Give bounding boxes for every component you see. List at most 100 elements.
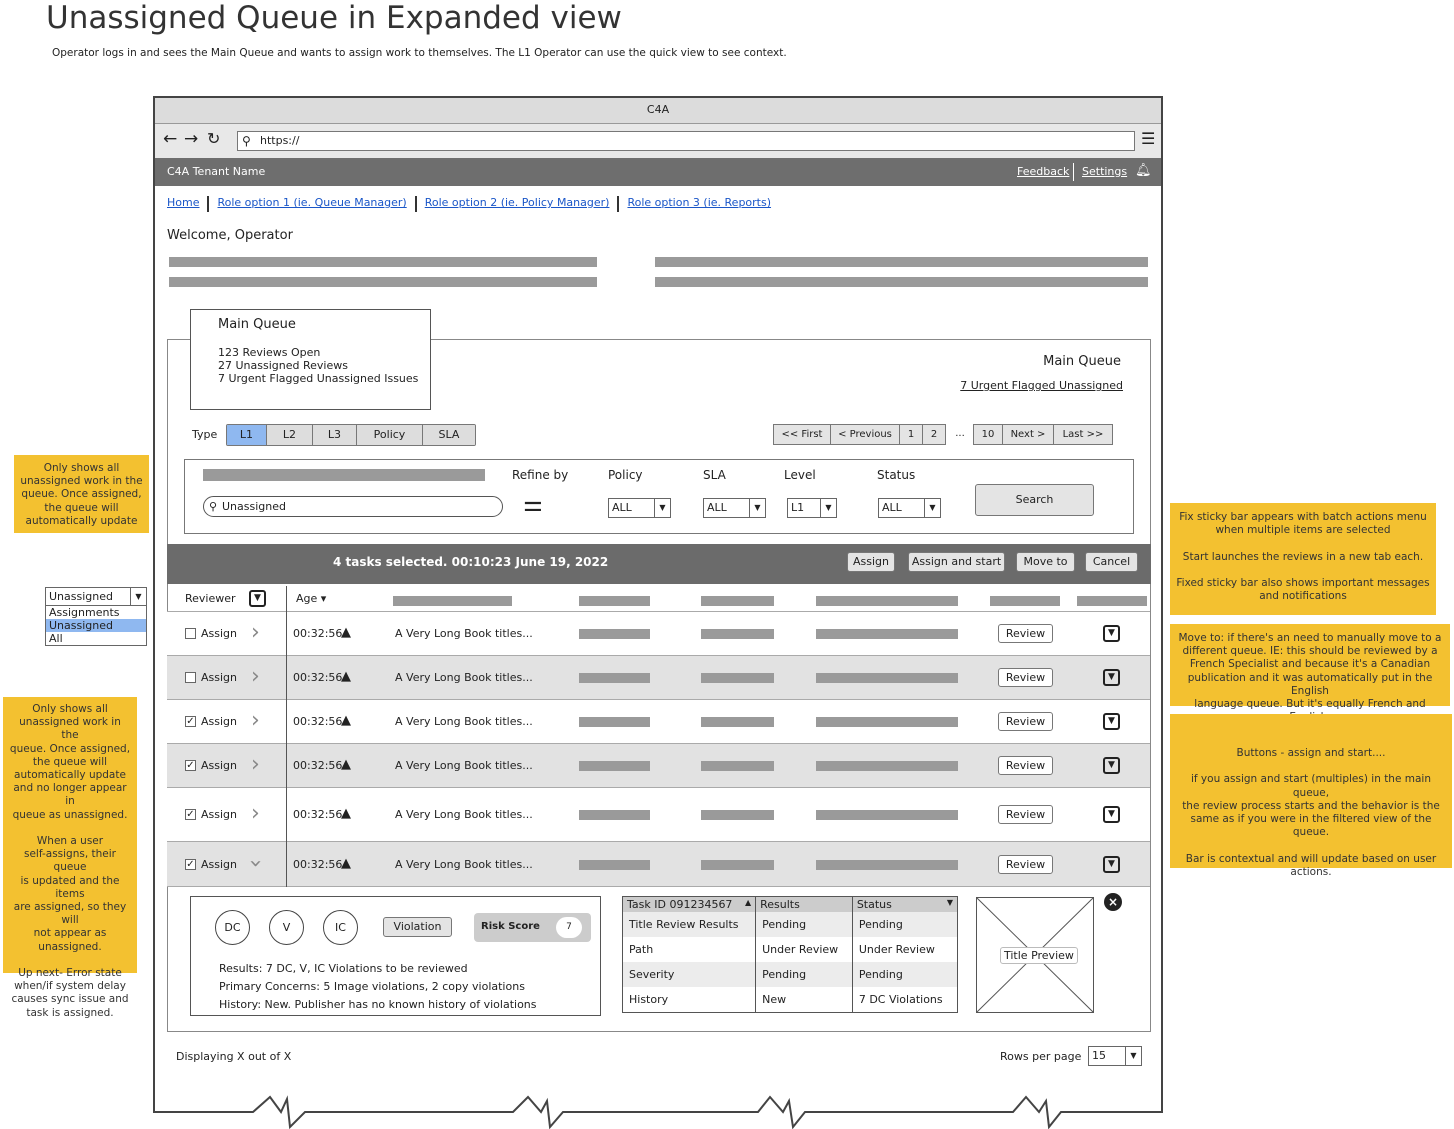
book-title[interactable]: A Very Long Book titles...	[395, 759, 533, 772]
table-row[interactable]: ✓ Assign › 00:32:56 ▲ A Very Long Book t…	[167, 700, 1150, 744]
status-select[interactable]: ALL ▼	[878, 498, 941, 518]
table-row[interactable]: ✓ Assign › 00:32:56 ▲ A Very Long Book t…	[167, 842, 1150, 887]
table-row[interactable]: Assign › 00:32:56 ▲ A Very Long Book tit…	[167, 656, 1150, 700]
move-to-button[interactable]: Move to	[1016, 552, 1075, 572]
grid-cell: History	[622, 987, 757, 1012]
chevron-right-icon[interactable]: ›	[251, 620, 260, 645]
pagination-button[interactable]: << First	[773, 424, 831, 445]
chevron-down-icon[interactable]: ▼	[1103, 625, 1120, 642]
violation-button[interactable]: Violation	[383, 917, 452, 937]
book-title[interactable]: A Very Long Book titles...	[395, 671, 533, 684]
search-button[interactable]: Search	[975, 484, 1094, 516]
age-value: 00:32:56	[293, 857, 343, 871]
table-row[interactable]: Assign › 00:32:56 ▲ A Very Long Book tit…	[167, 612, 1150, 656]
type-option[interactable]: SLA	[423, 425, 475, 445]
review-button[interactable]: Review	[998, 624, 1053, 643]
dropdown-option[interactable]: All	[46, 632, 146, 645]
sticky-note: Fix sticky bar appears with batch action…	[1170, 503, 1436, 615]
pagination-button[interactable]: 10	[973, 424, 1003, 445]
grid-header[interactable]: Results	[755, 896, 853, 912]
feedback-link[interactable]: Feedback	[1017, 165, 1069, 178]
type-option[interactable]: L3	[313, 425, 357, 445]
rows-per-page-select[interactable]: 15 ▼	[1088, 1046, 1142, 1066]
review-button[interactable]: Review	[998, 712, 1053, 731]
main-queue-card[interactable]: Main Queue 123 Reviews Open 27 Unassigne…	[190, 309, 431, 410]
chevron-down-icon[interactable]: ▼	[1103, 669, 1120, 686]
urgent-link[interactable]: 7 Urgent Flagged Unassigned	[960, 379, 1123, 392]
menu-icon[interactable]: ☰	[1141, 129, 1155, 148]
assign-button[interactable]: Assign	[847, 552, 895, 572]
nav-link[interactable]: Home	[167, 196, 199, 212]
chevron-down-icon[interactable]: ▼	[1103, 757, 1120, 774]
dropdown-option[interactable]: Assignments	[46, 606, 146, 619]
dropdown-option[interactable]: Unassigned	[46, 619, 146, 632]
chevron-down-icon[interactable]: ▼	[1103, 806, 1120, 823]
nav-link[interactable]: Role option 3 (ie. Reports)	[627, 196, 771, 212]
pagination-button[interactable]: < Previous	[830, 424, 900, 445]
column-reviewer[interactable]: Reviewer	[185, 592, 236, 605]
pagination-button[interactable]: Last >>	[1053, 424, 1113, 445]
forward-icon[interactable]: →	[184, 129, 198, 149]
row-checkbox[interactable]: ✓	[185, 809, 196, 820]
review-button[interactable]: Review	[998, 854, 1053, 874]
search-input[interactable]: ⚲ Unassigned	[203, 496, 503, 517]
review-button[interactable]: Review	[998, 668, 1053, 687]
assign-and-start-button[interactable]: Assign and start	[908, 552, 1005, 572]
violation-type-badge[interactable]: V	[269, 910, 304, 945]
assign-link[interactable]: Assign	[201, 858, 237, 871]
chevron-right-icon[interactable]: ›	[251, 801, 260, 826]
table-row[interactable]: ✓ Assign › 00:32:56 ▲ A Very Long Book t…	[167, 744, 1150, 788]
chevron-right-icon[interactable]: ›	[251, 708, 260, 733]
cancel-button[interactable]: Cancel	[1085, 552, 1138, 572]
table-row[interactable]: ✓ Assign › 00:32:56 ▲ A Very Long Book t…	[167, 788, 1150, 842]
column-age[interactable]: Age ▾	[296, 592, 326, 605]
chevron-down-icon[interactable]: ›	[243, 859, 268, 868]
chevron-right-icon[interactable]: ›	[251, 752, 260, 777]
type-option[interactable]: L1	[227, 425, 267, 445]
chevron-right-icon[interactable]: ›	[251, 664, 260, 689]
refresh-icon[interactable]: ↻	[207, 129, 220, 148]
grid-header[interactable]: Status ▼	[852, 896, 959, 912]
row-checkbox[interactable]	[185, 672, 196, 683]
type-option[interactable]: L2	[267, 425, 313, 445]
back-icon[interactable]: ←	[163, 129, 177, 149]
book-title[interactable]: A Very Long Book titles...	[395, 715, 533, 728]
settings-link[interactable]: Settings	[1082, 165, 1127, 178]
book-title[interactable]: A Very Long Book titles...	[395, 627, 533, 640]
chevron-down-icon[interactable]: ▼	[1103, 855, 1120, 873]
queue-view-dropdown[interactable]: Unassigned ▼ Assignments Unassigned All	[45, 587, 147, 646]
nav-link[interactable]: Role option 1 (ie. Queue Manager)	[217, 196, 406, 212]
level-select[interactable]: L1 ▼	[787, 498, 837, 518]
policy-select[interactable]: ALL ▼	[608, 498, 671, 518]
sla-select[interactable]: ALL ▼	[703, 498, 766, 518]
grid-header[interactable]: Task ID 091234567 ▲	[622, 896, 757, 912]
row-checkbox[interactable]: ✓	[185, 716, 196, 727]
book-title[interactable]: A Very Long Book titles...	[395, 808, 533, 821]
violation-type-badge[interactable]: DC	[215, 910, 250, 945]
type-option[interactable]: Policy	[357, 425, 423, 445]
violation-type-badge[interactable]: IC	[323, 910, 358, 945]
pagination-button[interactable]: 1	[899, 424, 923, 445]
nav-link[interactable]: Role option 2 (ie. Policy Manager)	[425, 196, 610, 212]
close-icon[interactable]: ×	[1104, 893, 1122, 911]
chevron-down-icon[interactable]: ▼	[1103, 713, 1120, 730]
url-input[interactable]: ⚲ https://	[237, 131, 1135, 151]
assign-link[interactable]: Assign	[201, 759, 237, 772]
review-button[interactable]: Review	[998, 756, 1053, 775]
review-button[interactable]: Review	[998, 805, 1053, 824]
chevron-down-icon[interactable]: ▼	[249, 590, 266, 607]
row-checkbox[interactable]: ✓	[185, 858, 196, 870]
row-checkbox[interactable]: ✓	[185, 760, 196, 771]
sliders-icon[interactable]: ⚌	[523, 492, 543, 517]
assign-link[interactable]: Assign	[201, 808, 237, 821]
row-checkbox[interactable]	[185, 628, 196, 639]
assign-link[interactable]: Assign	[201, 715, 237, 728]
assign-link[interactable]: Assign	[201, 627, 237, 640]
torn-edge	[153, 1095, 1163, 1129]
book-title[interactable]: A Very Long Book titles...	[395, 858, 533, 871]
pagination-button[interactable]: 2	[922, 424, 946, 445]
refine-label: Refine by	[512, 468, 569, 482]
bell-icon[interactable]: 🔔︎	[1135, 163, 1152, 178]
assign-link[interactable]: Assign	[201, 671, 237, 684]
pagination-button[interactable]: Next >	[1002, 424, 1054, 445]
